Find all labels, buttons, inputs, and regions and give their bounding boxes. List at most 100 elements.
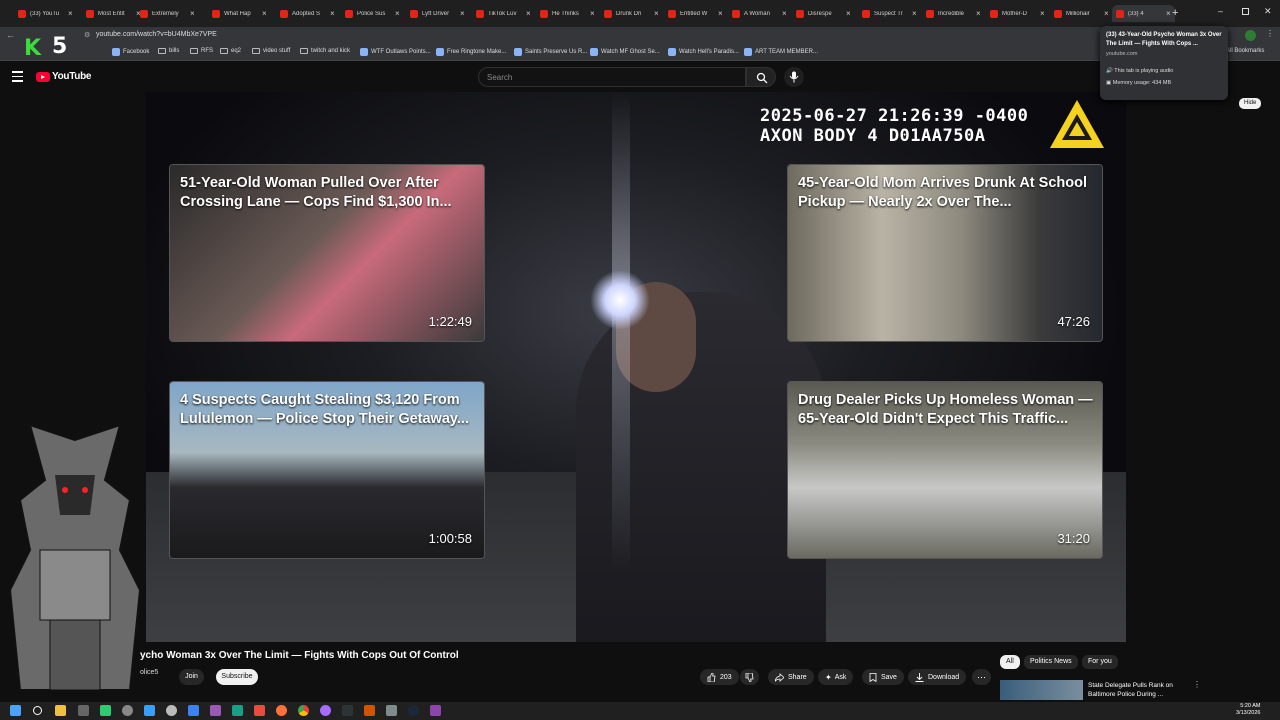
back-icon[interactable]: ←	[6, 30, 15, 40]
tab-close-icon[interactable]: ×	[590, 9, 595, 18]
tab-close-icon[interactable]: ×	[68, 9, 73, 18]
end-card-2[interactable]: 45-Year-Old Mom Arrives Drunk At School …	[787, 164, 1103, 342]
browser-tab[interactable]: Extremely ×	[140, 5, 195, 22]
recommendation-title[interactable]: State Delegate Pulls Rank on Baltimore P…	[1088, 681, 1188, 699]
terminal-icon[interactable]	[78, 705, 89, 716]
tab-close-icon[interactable]: ×	[1104, 9, 1109, 18]
tab-close-icon[interactable]: ×	[1166, 9, 1171, 18]
close-window-button[interactable]: ✕	[1264, 6, 1272, 17]
recommendation-thumbnail[interactable]	[1000, 680, 1083, 700]
tab-close-icon[interactable]: ×	[262, 9, 267, 18]
new-tab-button[interactable]: +	[1172, 7, 1178, 19]
browser-tab[interactable]: Millionair ×	[1054, 5, 1109, 22]
bookmark-item[interactable]: video stuff	[252, 48, 290, 54]
bookmark-item[interactable]: RFS	[190, 48, 213, 54]
browser-tab[interactable]: TikTok Luv ×	[476, 5, 531, 22]
bookmark-item[interactable]: twitch and kick	[300, 48, 350, 54]
tab-close-icon[interactable]: ×	[190, 9, 195, 18]
browser-menu-icon[interactable]: ⋮	[1266, 29, 1274, 38]
taskbar-clock[interactable]: 5:20 AM 3/13/2026	[1236, 703, 1260, 717]
end-card-3[interactable]: 4 Suspects Caught Stealing $3,120 From L…	[169, 381, 485, 559]
recommendation-menu-icon[interactable]: ⋮	[1193, 680, 1201, 689]
join-button[interactable]: Join	[179, 669, 204, 685]
chip-politics-news[interactable]: Politics News	[1024, 655, 1078, 669]
steam-icon[interactable]	[408, 705, 419, 716]
share-button[interactable]: Share	[768, 669, 814, 685]
bookmark-item[interactable]: Facebook	[112, 48, 149, 56]
app-icon-6[interactable]	[232, 705, 243, 716]
browser-tab[interactable]: Police Sus ×	[345, 5, 400, 22]
file-explorer-icon[interactable]	[55, 705, 66, 716]
bookmark-item[interactable]: Watch MF Ghost Se...	[590, 48, 660, 56]
tab-close-icon[interactable]: ×	[782, 9, 787, 18]
app-icon-9[interactable]	[342, 705, 353, 716]
all-bookmarks[interactable]: All Bookmarks	[1226, 48, 1264, 54]
bookmark-item[interactable]: Free Ringtone Make...	[436, 48, 506, 56]
chip-for-you[interactable]: For you	[1082, 655, 1118, 669]
chrome-icon[interactable]	[298, 705, 309, 716]
settings-icon[interactable]	[122, 705, 133, 716]
profile-avatar[interactable]	[1245, 30, 1256, 41]
app-icon-7[interactable]	[254, 705, 265, 716]
search-input[interactable]: Search	[478, 67, 746, 87]
end-card-1[interactable]: 51-Year-Old Woman Pulled Over After Cros…	[169, 164, 485, 342]
browser-tab[interactable]: (33) 4 ×	[1112, 5, 1175, 22]
chip-all[interactable]: All	[1000, 655, 1020, 669]
ask-button[interactable]: ✦ Ask	[818, 669, 854, 685]
bookmark-item[interactable]: Saints Preserve Us R...	[514, 48, 587, 56]
browser-tab[interactable]: Suspect Tr ×	[862, 5, 917, 22]
tab-close-icon[interactable]: ×	[718, 9, 723, 18]
app-icon-2[interactable]	[144, 705, 155, 716]
taskbar-search-icon[interactable]	[33, 706, 42, 715]
tab-close-icon[interactable]: ×	[526, 9, 531, 18]
download-button[interactable]: Download	[908, 669, 967, 685]
bookmark-item[interactable]: Watch Hell's Paradis...	[668, 48, 739, 56]
voice-search-button[interactable]	[784, 67, 804, 87]
subscribe-button[interactable]: Subscribe	[216, 669, 258, 685]
search-button[interactable]	[746, 67, 776, 87]
browser-tab[interactable]: Most Entit ×	[86, 5, 141, 22]
app-icon-12[interactable]	[430, 705, 441, 716]
bookmark-item[interactable]: eq2	[220, 48, 241, 54]
minimize-button[interactable]: –	[1218, 6, 1223, 16]
address-bar[interactable]: youtube.com/watch?v=bU4MbXe7VPE	[96, 31, 217, 38]
tab-close-icon[interactable]: ×	[654, 9, 659, 18]
browser-tab[interactable]: Mother-D ×	[990, 5, 1045, 22]
browser-tab[interactable]: What Hap ×	[212, 5, 267, 22]
browser-tab[interactable]: (33) YouTu ×	[18, 5, 73, 22]
tab-close-icon[interactable]: ×	[460, 9, 465, 18]
tab-close-icon[interactable]: ×	[330, 9, 335, 18]
channel-avatar[interactable]	[74, 668, 90, 684]
dislike-button[interactable]	[740, 669, 759, 685]
tab-close-icon[interactable]: ×	[846, 9, 851, 18]
browser-tab[interactable]: Adopted S ×	[280, 5, 335, 22]
hamburger-menu-icon[interactable]	[12, 71, 23, 82]
browser-tab[interactable]: A Woman ×	[732, 5, 787, 22]
save-button[interactable]: Save	[862, 669, 904, 685]
tab-close-icon[interactable]: ×	[976, 9, 981, 18]
browser-tab[interactable]: Drunk Dri ×	[604, 5, 659, 22]
app-icon-4[interactable]	[188, 705, 199, 716]
app-icon-10[interactable]	[364, 705, 375, 716]
windows-start-icon[interactable]	[10, 705, 21, 716]
bookmark-item[interactable]: WTF Outlaws Points...	[360, 48, 431, 56]
app-icon-5[interactable]	[210, 705, 221, 716]
tab-close-icon[interactable]: ×	[912, 9, 917, 18]
tab-close-icon[interactable]: ×	[395, 9, 400, 18]
tab-close-icon[interactable]: ×	[1040, 9, 1045, 18]
more-actions-button[interactable]: ⋯	[972, 669, 991, 685]
browser-tab[interactable]: He Thinks ×	[540, 5, 595, 22]
browser-tab[interactable]: Entitled W ×	[668, 5, 723, 22]
browser-tab[interactable]: Incredible ×	[926, 5, 981, 22]
end-card-4[interactable]: Drug Dealer Picks Up Homeless Woman — 65…	[787, 381, 1103, 559]
maximize-button[interactable]	[1242, 8, 1249, 15]
bookmark-item[interactable]: ART TEAM MEMBER...	[744, 48, 818, 56]
like-button[interactable]: 203	[700, 669, 739, 685]
app-icon-11[interactable]	[386, 705, 397, 716]
bookmark-item[interactable]: bills	[158, 48, 179, 54]
youtube-logo[interactable]: YouTube	[36, 71, 92, 82]
firefox-icon[interactable]	[276, 705, 287, 716]
app-icon-green[interactable]	[100, 705, 111, 716]
browser-tab[interactable]: Lyft Driver ×	[410, 5, 465, 22]
channel-name[interactable]: olice5	[140, 669, 158, 676]
